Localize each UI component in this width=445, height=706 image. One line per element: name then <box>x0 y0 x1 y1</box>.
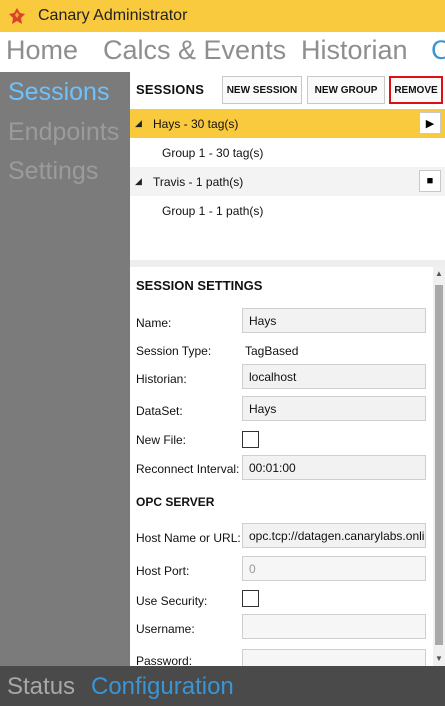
session-settings: SESSION SETTINGS Name: Hays Session Type… <box>130 267 445 666</box>
session-type-value: TagBased <box>245 344 299 358</box>
bottom-bar: Status Configuration <box>0 666 445 706</box>
username-label: Username: <box>136 622 195 636</box>
host-url-label: Host Name or URL: <box>136 531 241 545</box>
new-file-checkbox[interactable] <box>242 431 259 448</box>
sessions-panel: SESSIONS NEW SESSION NEW GROUP REMOVE ◢ … <box>130 72 445 666</box>
session-row-hays[interactable]: ◢ Hays - 30 tag(s) ▶ <box>130 109 445 138</box>
use-security-label: Use Security: <box>136 594 208 608</box>
nav-calcs-events[interactable]: Calcs & Events <box>103 35 286 66</box>
triangle-down-icon[interactable]: ◢ <box>135 176 147 187</box>
session-label: Hays - 30 tag(s) <box>153 116 239 131</box>
status-tab[interactable]: Status <box>7 673 75 701</box>
new-group-button[interactable]: NEW GROUP <box>307 76 385 104</box>
sidebar-item-sessions[interactable]: Sessions <box>8 78 109 107</box>
new-session-button[interactable]: NEW SESSION <box>222 76 302 104</box>
remove-button[interactable]: REMOVE <box>389 76 443 104</box>
group-label: Group 1 - 30 tag(s) <box>162 145 264 160</box>
password-label: Password: <box>136 654 193 666</box>
sidebar: Sessions Endpoints Settings <box>0 72 130 666</box>
session-label: Travis - 1 path(s) <box>153 174 244 189</box>
session-settings-title: SESSION SETTINGS <box>136 278 263 293</box>
dataset-field[interactable]: Hays <box>242 396 426 421</box>
historian-field[interactable]: localhost <box>242 364 426 389</box>
panel-splitter[interactable] <box>130 260 445 267</box>
historian-label: Historian: <box>136 372 187 386</box>
group-label: Group 1 - 1 path(s) <box>162 203 264 218</box>
scroll-up-icon[interactable]: ▲ <box>433 267 445 281</box>
host-url-field[interactable]: opc.tcp://datagen.canarylabs.online <box>242 523 426 548</box>
scroll-thumb[interactable] <box>435 285 443 645</box>
name-field[interactable]: Hays <box>242 308 426 333</box>
sidebar-item-settings[interactable]: Settings <box>8 157 98 186</box>
settings-scrollbar[interactable]: ▲ ▼ <box>433 267 445 666</box>
app-title: Canary Administrator <box>38 7 188 24</box>
sidebar-item-endpoints[interactable]: Endpoints <box>8 118 119 147</box>
group-row-travis[interactable]: Group 1 - 1 path(s) <box>130 196 445 225</box>
new-file-label: New File: <box>136 433 187 447</box>
nav-configuration-truncated[interactable]: C <box>431 35 445 66</box>
stop-icon[interactable]: ■ <box>419 170 441 192</box>
username-field[interactable] <box>242 614 426 639</box>
nav-home[interactable]: Home <box>6 35 78 66</box>
name-label: Name: <box>136 316 172 330</box>
canary-logo-icon <box>9 8 25 24</box>
triangle-down-icon[interactable]: ◢ <box>135 118 147 129</box>
sessions-header: SESSIONS NEW SESSION NEW GROUP REMOVE <box>130 72 445 107</box>
reconnect-interval-label: Reconnect Interval: <box>136 462 240 476</box>
scroll-down-icon[interactable]: ▼ <box>433 652 445 666</box>
host-port-field[interactable]: 0 <box>242 556 426 581</box>
configuration-tab[interactable]: Configuration <box>91 673 234 701</box>
session-type-label: Session Type: <box>136 344 212 358</box>
top-nav: Home Calcs & Events Historian C <box>0 32 445 72</box>
title-bar: Canary Administrator <box>0 0 445 32</box>
sessions-title: SESSIONS <box>136 82 205 97</box>
play-icon[interactable]: ▶ <box>419 112 441 134</box>
dataset-label: DataSet: <box>136 404 183 418</box>
opc-server-title: OPC SERVER <box>136 495 215 509</box>
use-security-checkbox[interactable] <box>242 590 259 607</box>
reconnect-interval-field[interactable]: 00:01:00 <box>242 455 426 480</box>
session-row-travis[interactable]: ◢ Travis - 1 path(s) ■ <box>130 167 445 196</box>
nav-historian[interactable]: Historian <box>301 35 408 66</box>
password-field[interactable] <box>242 649 426 666</box>
group-row-hays[interactable]: Group 1 - 30 tag(s) <box>130 138 445 167</box>
host-port-label: Host Port: <box>136 564 190 578</box>
